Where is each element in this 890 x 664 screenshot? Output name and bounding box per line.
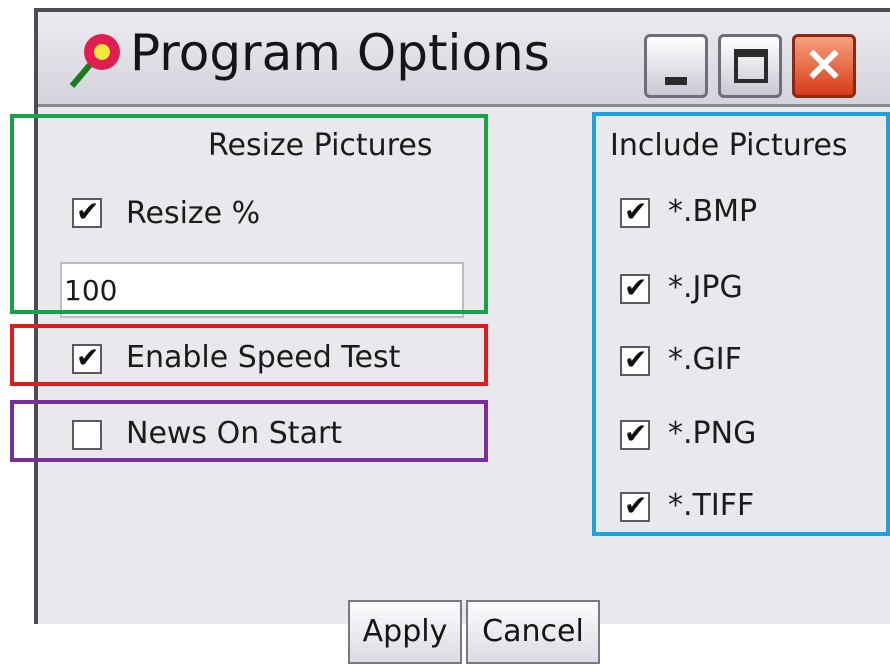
maximize-icon — [734, 49, 768, 83]
close-button[interactable]: × — [792, 34, 856, 98]
flower-icon — [69, 34, 120, 88]
close-icon: × — [803, 34, 845, 92]
cancel-button[interactable]: Cancel — [466, 600, 600, 664]
apply-button[interactable]: Apply — [348, 600, 462, 664]
speed-test-annotation-box — [10, 324, 488, 386]
news-annotation-box — [10, 400, 488, 462]
maximize-button[interactable] — [718, 34, 782, 98]
minimize-button[interactable] — [644, 34, 708, 98]
resize-annotation-box — [10, 114, 488, 314]
minimize-icon — [665, 77, 687, 85]
title-bar[interactable]: Program Options × — [38, 12, 890, 107]
include-annotation-box — [592, 112, 890, 536]
window-title: Program Options — [130, 24, 550, 82]
